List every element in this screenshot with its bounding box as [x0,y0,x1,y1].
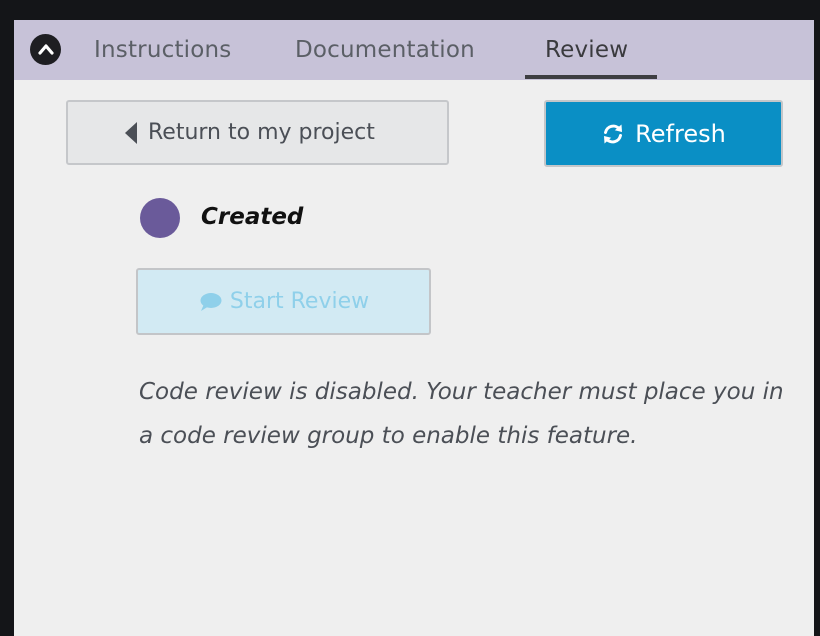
tab-review[interactable]: Review [545,20,628,80]
tab-bar: Instructions Documentation Review [14,20,814,80]
active-tab-indicator [525,75,657,79]
collapse-panel-button[interactable] [30,34,61,65]
code-review-disabled-notice: Code review is disabled. Your teacher mu… [139,379,784,449]
refresh-icon [601,122,625,146]
start-review-button[interactable]: Start Review [136,268,431,335]
status-label: Created [201,204,304,230]
return-to-project-label: Return to my project [148,120,375,145]
chevron-up-icon [37,40,54,59]
status-indicator-dot [140,198,180,238]
tab-instructions[interactable]: Instructions [94,20,231,80]
comment-icon [198,292,222,312]
start-review-label: Start Review [229,289,370,314]
tab-documentation[interactable]: Documentation [295,20,475,80]
refresh-label: Refresh [635,119,726,148]
caret-left-icon [124,121,138,145]
review-panel: Instructions Documentation Review Return… [14,20,814,636]
return-to-project-button[interactable]: Return to my project [66,100,449,165]
refresh-button[interactable]: Refresh [544,100,783,167]
